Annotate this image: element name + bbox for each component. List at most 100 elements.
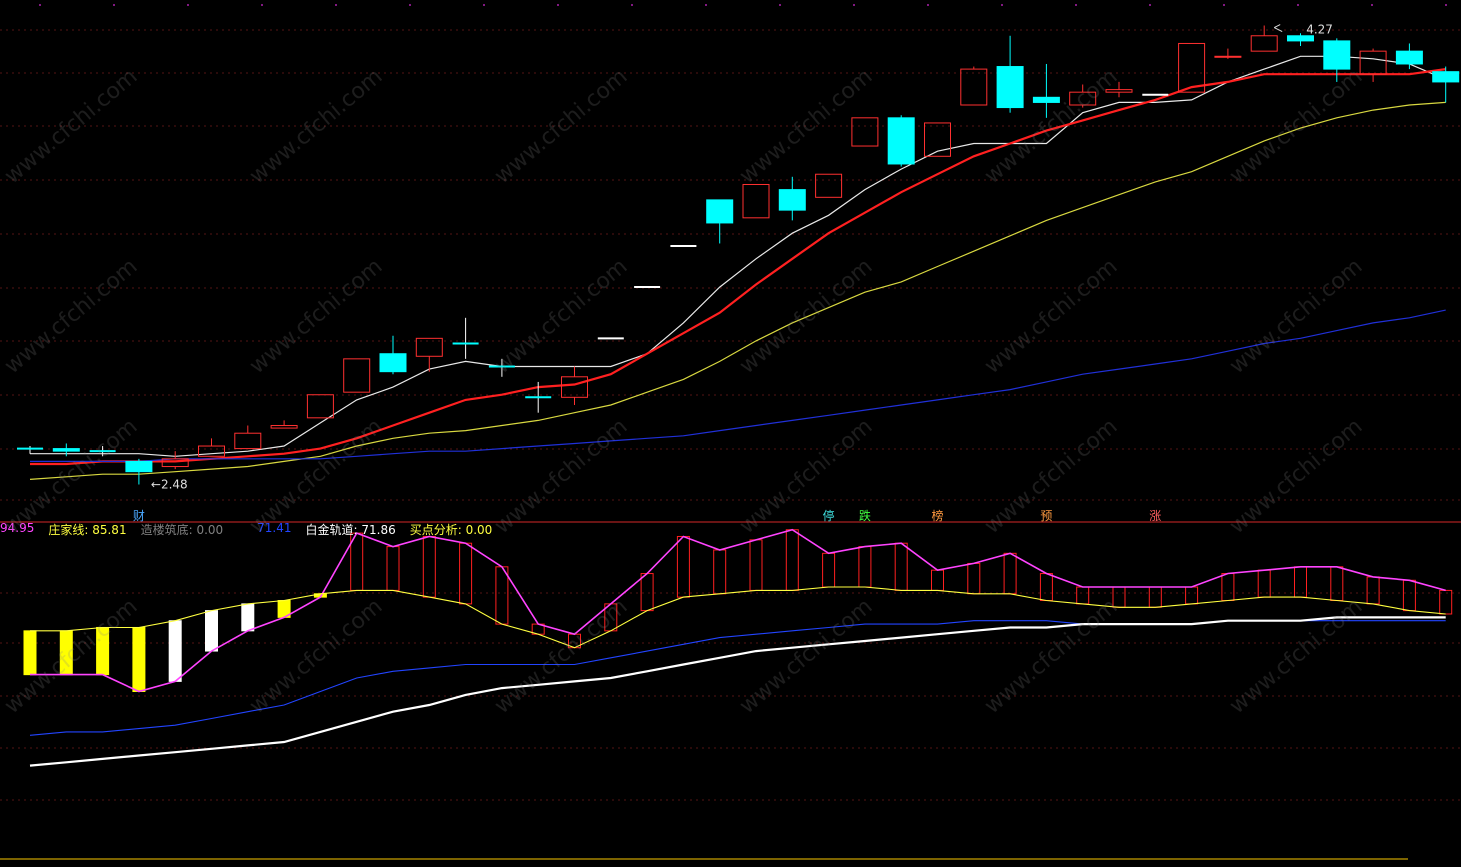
indicator-bar: [1402, 579, 1416, 612]
indicator-bar: [676, 535, 690, 598]
candle: [887, 115, 915, 167]
candle: [815, 173, 843, 198]
indicator-label: 白金轨道:: [305, 523, 362, 537]
indicator-value: 85.81: [92, 523, 127, 537]
signal-marker: 财: [132, 509, 145, 523]
candle: [306, 394, 334, 419]
grid-dot: [1075, 4, 1077, 6]
grid-dot: [1297, 4, 1299, 6]
indicator-bar: [640, 573, 654, 612]
candle: [706, 199, 734, 244]
indicator-bar: [1330, 566, 1344, 602]
indicator-bar: [1003, 552, 1017, 595]
candle: [17, 446, 43, 454]
indicator-item: 白金轨道: 71.86: [306, 521, 396, 539]
candle: [1069, 84, 1097, 108]
candle: [52, 443, 80, 457]
indicator-value: 71.41: [257, 521, 292, 535]
low-price-label: ←2.48: [151, 477, 188, 491]
indicator-bar: [1039, 573, 1053, 602]
candle: [452, 317, 479, 359]
indicator-bar: [785, 529, 799, 591]
indicator-bar: [1221, 573, 1235, 602]
indicator-chart: [23, 528, 1453, 767]
indicator-item: 买点分析: 0.00: [410, 521, 493, 539]
grid-dot: [927, 4, 929, 6]
indicator-bar: [59, 630, 73, 676]
grid-dot: [631, 4, 633, 6]
signal-marker: 预: [1040, 509, 1053, 523]
indicator-value: 0.00: [465, 523, 493, 537]
grid-dot: [1223, 4, 1225, 6]
candle: [996, 35, 1024, 113]
grid-dot: [261, 4, 263, 6]
indicator-bar: [168, 620, 182, 682]
indicator-value: 94.95: [0, 521, 35, 535]
candle: [1032, 63, 1060, 118]
indicator-bar: [205, 610, 218, 652]
ma-line-3: [30, 309, 1446, 462]
candle: [1395, 43, 1423, 70]
indicator-bar: [931, 569, 944, 591]
indicator-bar: [713, 549, 727, 595]
grid-dot: [1445, 4, 1447, 6]
grid-dot: [335, 4, 337, 6]
indicator-item: 94.95: [0, 521, 34, 539]
candle: [125, 458, 153, 485]
indicator-bar: [822, 552, 836, 588]
grid-dot: [409, 4, 411, 6]
candle: [270, 420, 298, 429]
candle: [1323, 38, 1351, 82]
indicator-bar: [894, 542, 908, 591]
grid-dot: [1001, 4, 1003, 6]
indicator-value: 0.00: [196, 523, 224, 537]
candle: [89, 446, 116, 457]
signal-marker: 跌: [858, 509, 871, 523]
indicator-bar: [1076, 586, 1090, 605]
grid-dot: [187, 4, 189, 6]
indicator-bar: [1439, 589, 1453, 615]
indicator-bar: [459, 542, 473, 605]
candle: [1250, 25, 1278, 52]
candle: [851, 117, 879, 147]
indicator-label: 买点分析:: [409, 523, 466, 537]
indicator-bar: [1366, 576, 1380, 605]
ma-line-1: [30, 68, 1446, 466]
candle: [379, 335, 407, 375]
signal-marker: 涨: [1149, 509, 1162, 523]
gridlines: [0, 4, 1461, 860]
candle: [234, 425, 262, 450]
grid-dot: [853, 4, 855, 6]
grid-dot: [39, 4, 41, 6]
stock-chart: 4.27 ←2.48: [0, 4, 1461, 860]
grid-dot: [779, 4, 781, 6]
candle: [488, 358, 515, 377]
high-price-label: 4.27: [1306, 23, 1333, 37]
grid-dot: [705, 4, 707, 6]
candle: [1432, 66, 1460, 103]
candle: [343, 358, 371, 393]
signal-marker: 停: [822, 509, 835, 523]
candle: [742, 183, 770, 219]
ma-line-0: [30, 55, 1446, 457]
indicator-bar: [422, 535, 436, 598]
indicator-item: 造楼筑底: 0.00: [141, 521, 224, 539]
indicator-item: 庄家线: 85.81: [48, 521, 126, 539]
indicator-bar: [241, 603, 255, 632]
indicator-value: 71.86: [361, 523, 396, 537]
indicator-bar: [386, 546, 400, 591]
grid-dot: [1149, 4, 1151, 6]
ma-line-2: [29, 101, 1446, 480]
indicator-bar: [96, 626, 110, 676]
grid-dot: [1371, 4, 1373, 6]
indicator-bar: [1185, 586, 1199, 605]
candle: [778, 176, 806, 221]
candle: [960, 66, 988, 106]
indicator-bar: [967, 562, 981, 595]
indicator-line-2: [29, 620, 1446, 736]
indicator-item: 71.41: [257, 521, 291, 539]
grid-dot: [483, 4, 485, 6]
indicator-bar: [495, 566, 509, 625]
grid-dot: [113, 4, 115, 6]
candle: [1105, 81, 1133, 98]
